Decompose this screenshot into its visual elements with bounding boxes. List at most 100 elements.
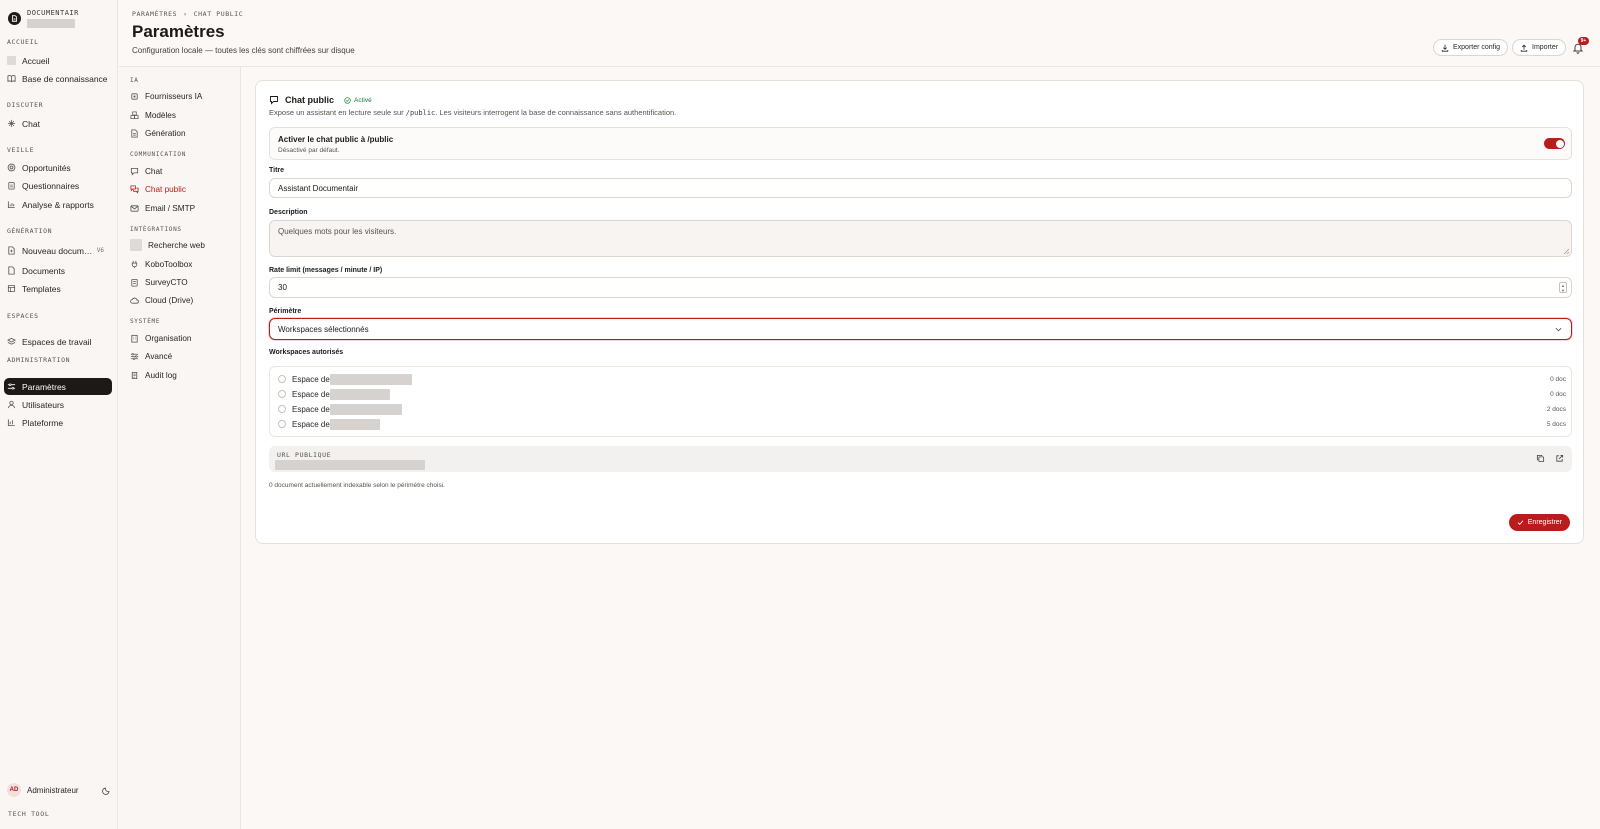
nav-item-utilisateurs[interactable]: Utilisateurs — [4, 396, 112, 413]
main-sidebar: DOCUMENTAIR ACCUEIL Accueil Base de conn… — [0, 0, 118, 829]
nav-item-plateforme[interactable]: Plateforme — [4, 414, 112, 431]
nav-item-parametres[interactable]: Paramètres — [4, 378, 112, 395]
breadcrumb: PARAMÈTRES › CHAT PUBLIC — [132, 10, 243, 18]
nav-item-analyse[interactable]: Analyse & rapports — [4, 196, 112, 213]
subnav-item-label: KoboToolbox — [145, 259, 193, 269]
workspaces-label: Workspaces autorisés — [269, 349, 344, 356]
brand-name: DOCUMENTAIR — [27, 9, 79, 17]
perimetre-value: Workspaces sélectionnés — [278, 324, 369, 334]
public-url-label: URL PUBLIQUE — [277, 451, 332, 459]
moon-icon[interactable] — [102, 786, 111, 795]
subnav-item-label: Fournisseurs IA — [145, 91, 203, 101]
nav-item-chat[interactable]: Chat — [4, 115, 112, 132]
subnav-item-label: SurveyCTO — [145, 277, 188, 287]
message-icon — [130, 167, 139, 176]
subnav-item-generation[interactable]: Génération — [130, 126, 186, 140]
nav-item-templates[interactable]: Templates — [4, 280, 112, 297]
workspace-doc-count: 5 docs — [1546, 420, 1566, 428]
subnav-item-organisation[interactable]: Organisation — [130, 331, 191, 345]
nav-section-veille: VEILLE — [7, 146, 35, 154]
import-button[interactable]: Importer — [1512, 39, 1567, 56]
status-text: Activé — [354, 96, 372, 104]
message-square-icon — [269, 95, 279, 105]
subnav-item-label: Avancé — [145, 351, 173, 361]
export-config-button[interactable]: Exporter config — [1433, 39, 1509, 56]
scroll-icon — [130, 371, 139, 380]
workspace-radio[interactable] — [278, 420, 286, 428]
rate-limit-input[interactable]: 30 ▲ ▼ — [269, 277, 1572, 298]
globe-icon — [130, 239, 142, 251]
subnav-item-cloud[interactable]: Cloud (Drive) — [130, 293, 193, 307]
description-textarea[interactable]: Quelques mots pour les visiteurs. — [269, 220, 1572, 257]
copy-icon[interactable] — [1536, 454, 1546, 464]
nav-item-questionnaires[interactable]: Questionnaires — [4, 177, 112, 194]
workspace-prefix: Espace de — [292, 389, 330, 399]
nav-item-label: Documents — [22, 265, 65, 276]
card-title: Chat public — [285, 95, 334, 105]
subnav-item-email[interactable]: Email / SMTP — [130, 201, 195, 215]
book-icon — [7, 74, 16, 83]
workspace-row[interactable]: Espace de 0 doc — [278, 372, 1566, 386]
nav-item-base-connaissance[interactable]: Base de connaissance — [4, 70, 112, 87]
enable-public-chat-toggle[interactable] — [1544, 138, 1565, 149]
workspace-radio[interactable] — [278, 405, 286, 413]
user-menu[interactable]: AD Administrateur — [7, 782, 111, 798]
workspace-row[interactable]: Espace de 5 docs — [278, 417, 1566, 431]
subnav-item-label: Organisation — [145, 333, 192, 343]
nav-item-accueil[interactable]: Accueil — [4, 52, 112, 69]
document-logo-icon — [8, 12, 21, 25]
subnav-item-fournisseurs[interactable]: Fournisseurs IA — [130, 89, 202, 103]
perimetre-select[interactable]: Workspaces sélectionnés — [269, 318, 1572, 340]
workspace-row[interactable]: Espace de 2 docs — [278, 402, 1566, 416]
subnav-item-chat-public[interactable]: Chat public — [130, 182, 186, 196]
workspace-row[interactable]: Espace de 0 doc — [278, 387, 1566, 401]
building-icon — [130, 334, 139, 343]
public-url-box: URL PUBLIQUE — [269, 446, 1572, 472]
description-label: Description — [269, 209, 308, 216]
subnav-item-kobotoolbox[interactable]: KoboToolbox — [130, 257, 192, 271]
subnav-item-avance[interactable]: Avancé — [130, 349, 172, 363]
subnav-item-audit-log[interactable]: Audit log — [130, 368, 177, 382]
nav-item-label: Questionnaires — [22, 180, 80, 191]
subnav-item-chat[interactable]: Chat — [130, 164, 162, 178]
workspace-prefix: Espace de — [292, 374, 330, 384]
nav-item-nouveau-document[interactable]: Nouveau docum… V6 — [4, 242, 112, 259]
mail-icon — [130, 204, 139, 213]
workspace-prefix: Espace de — [292, 419, 330, 429]
status-badge: Activé — [344, 97, 372, 104]
nav-item-label: Analyse & rapports — [22, 199, 94, 210]
breadcrumb-separator: › — [183, 10, 188, 18]
resize-grip-icon[interactable] — [1563, 248, 1569, 254]
nav-item-espaces-travail[interactable]: Espaces de travail — [4, 333, 112, 350]
workspace-radio[interactable] — [278, 390, 286, 398]
plug-icon — [130, 260, 139, 269]
subnav-item-label: Cloud (Drive) — [145, 295, 194, 305]
nav-item-opportunites[interactable]: Opportunités — [4, 159, 112, 176]
messages-icon — [130, 184, 139, 194]
redacted-workspace-name — [329, 403, 402, 415]
save-button[interactable]: Enregistrer — [1508, 514, 1570, 531]
nav-section-generation: GÉNÉRATION — [7, 227, 53, 235]
desc-code: /public — [405, 109, 436, 117]
brand[interactable]: DOCUMENTAIR — [8, 9, 79, 28]
subnav-item-label: Génération — [145, 128, 186, 138]
nav-section-discuter: DISCUTER — [7, 101, 44, 109]
nav-item-documents[interactable]: Documents — [4, 262, 112, 279]
external-link-icon[interactable] — [1555, 454, 1565, 464]
sliders-icon — [130, 352, 139, 361]
subnav-item-modeles[interactable]: Modèles — [130, 108, 176, 122]
breadcrumb-parametres[interactable]: PARAMÈTRES — [132, 10, 177, 18]
subnav-item-recherche-web[interactable]: Recherche web — [130, 238, 205, 252]
titre-input[interactable]: Assistant Documentair — [269, 178, 1572, 198]
number-stepper-icon[interactable]: ▲ ▼ — [1559, 282, 1567, 293]
workspace-prefix: Espace de — [292, 404, 330, 414]
subnav-item-surveycto[interactable]: SurveyCTO — [130, 275, 188, 289]
toggle-label: Activer le chat public à /public — [278, 135, 394, 144]
notification-badge: 9+ — [1578, 37, 1589, 45]
description-placeholder: Quelques mots pour les visiteurs. — [278, 227, 397, 236]
redacted-workspace-name — [27, 19, 75, 28]
redacted-workspace-name — [329, 418, 380, 430]
import-label: Importer — [1532, 44, 1559, 51]
workspace-radio[interactable] — [278, 375, 286, 383]
subnav-item-label: Modèles — [145, 110, 176, 120]
